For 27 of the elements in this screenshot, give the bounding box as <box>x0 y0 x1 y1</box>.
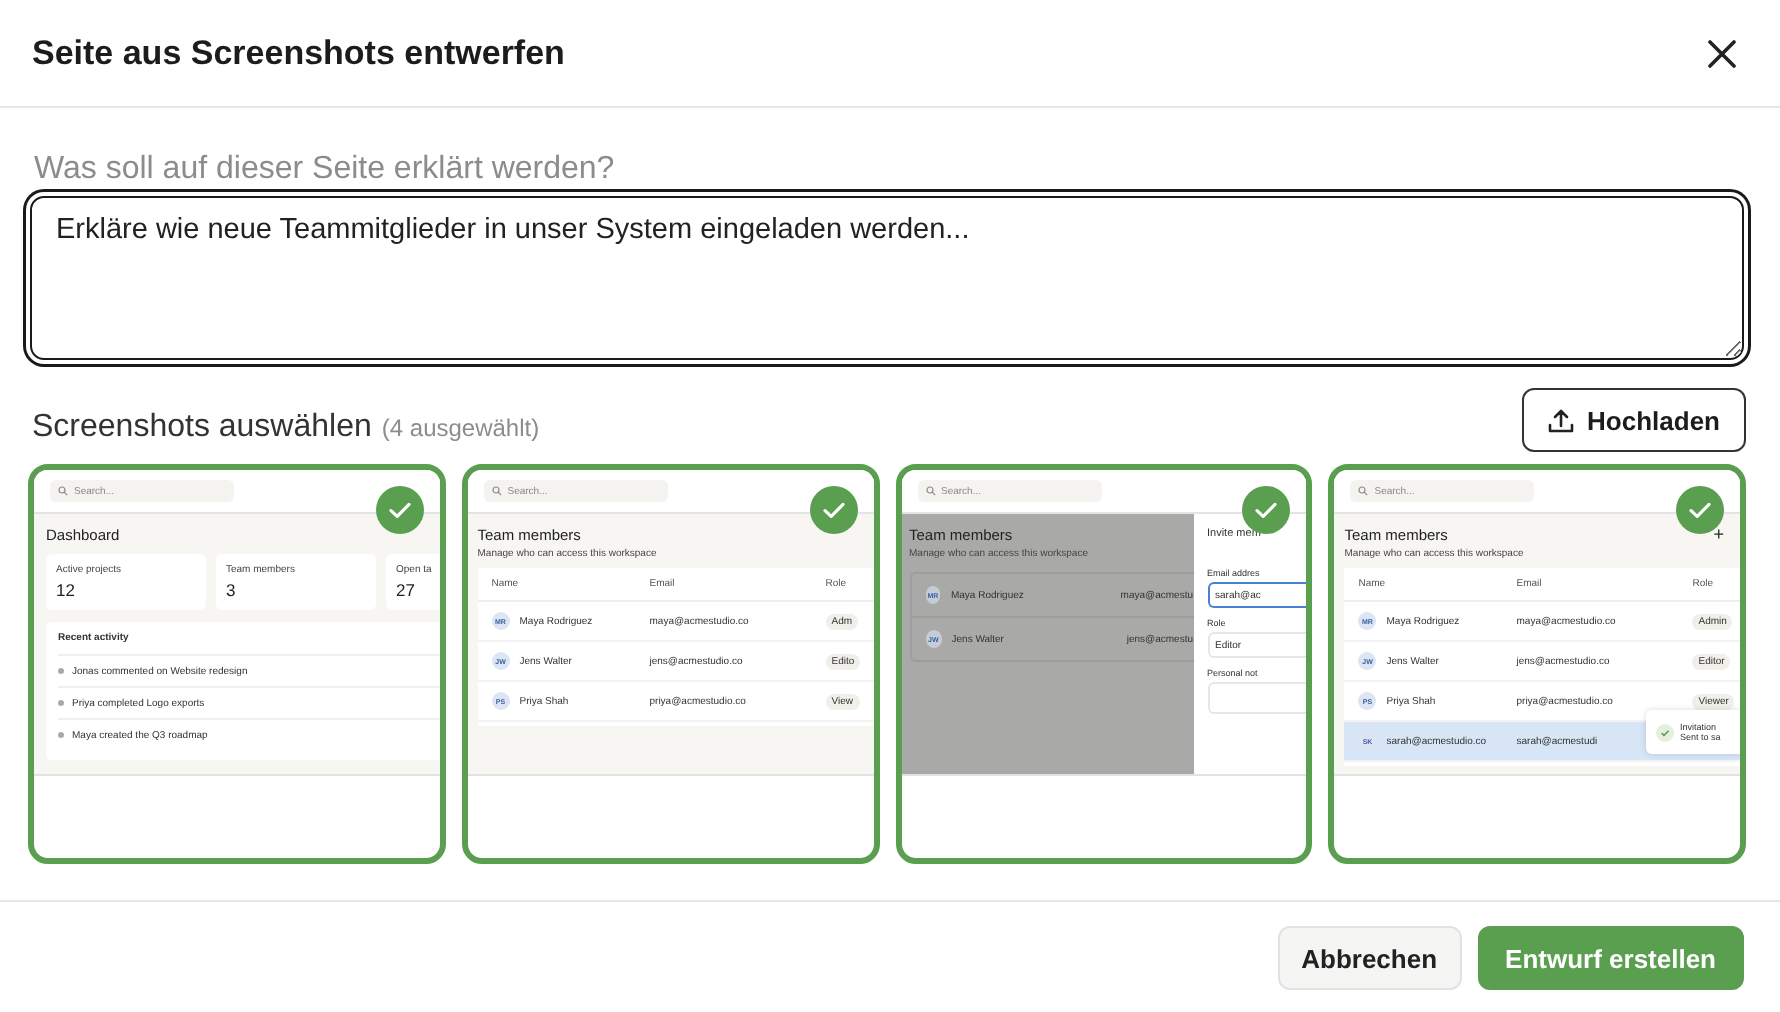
selected-count: (4 ausgewählt) <box>381 414 540 442</box>
upload-button[interactable]: Hochladen <box>1521 388 1746 452</box>
upload-icon <box>1547 407 1574 433</box>
check-icon <box>375 486 424 534</box>
stat-value: 3 <box>226 580 238 600</box>
search-icon <box>58 486 68 496</box>
prompt-label: Was soll auf dieser Seite erklärt werden? <box>34 150 617 190</box>
section-heading: Screenshots auswählen <box>32 410 372 444</box>
cancel-button[interactable]: Abbrechen <box>1277 926 1462 990</box>
stat-value: 12 <box>56 580 77 600</box>
bullet-icon <box>58 700 64 706</box>
close-icon <box>1708 39 1736 67</box>
search-icon <box>925 486 935 496</box>
note-field <box>1207 682 1307 714</box>
check-icon <box>1242 486 1291 534</box>
plus-sign: + <box>1713 526 1724 544</box>
check-icon <box>1656 723 1674 741</box>
stat-value: 27 <box>396 580 417 600</box>
search-icon <box>1358 486 1369 496</box>
close-button[interactable] <box>1704 35 1740 71</box>
screenshot-card[interactable] <box>1328 464 1746 864</box>
dialog-title: Seite aus Screenshots entwerfen <box>32 33 565 73</box>
bullet-icon <box>58 732 64 738</box>
check-icon <box>809 486 857 534</box>
prompt-field[interactable]: Erkläre wie neue Teammitglieder in unser System eingeladen werden... <box>30 196 1744 360</box>
bullet-icon <box>58 668 64 674</box>
search-icon <box>491 486 502 496</box>
